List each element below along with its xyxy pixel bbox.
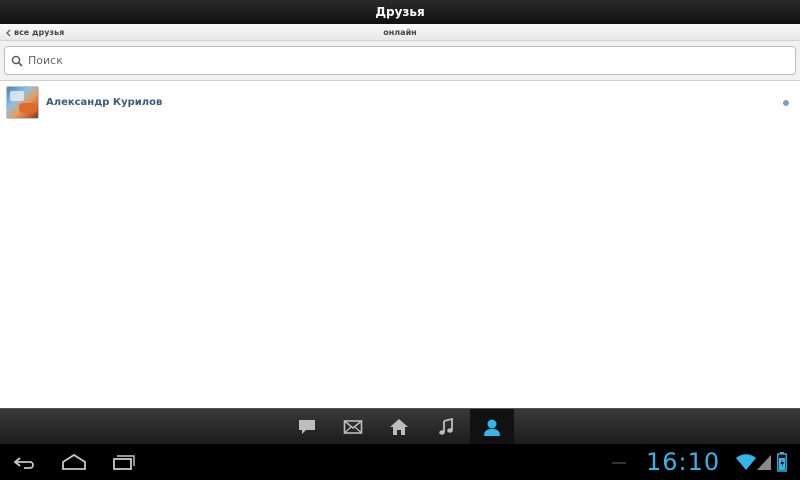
- wifi-icon: [736, 454, 756, 470]
- tab-music[interactable]: [424, 409, 468, 445]
- filter-bar: все друзья онлайн: [0, 24, 800, 41]
- notification-divider: [612, 462, 626, 464]
- battery-icon: [777, 452, 787, 472]
- mail-icon: [343, 420, 363, 434]
- tab-home[interactable]: [377, 409, 421, 445]
- page-title: Друзья: [375, 5, 425, 19]
- avatar: [6, 85, 39, 119]
- online-status-icon: [783, 100, 789, 106]
- recent-apps-icon[interactable]: [110, 450, 136, 474]
- tab-messages[interactable]: [331, 409, 375, 445]
- all-friends-label: все друзья: [14, 28, 65, 37]
- title-bar: Друзья: [0, 0, 800, 24]
- search-bar: [0, 41, 800, 81]
- friend-row[interactable]: Александр Курилов: [0, 82, 800, 122]
- chevron-left-icon: [6, 29, 11, 36]
- friends-icon: [484, 419, 500, 436]
- back-icon[interactable]: [12, 450, 38, 474]
- tab-chat[interactable]: [285, 409, 329, 445]
- search-box[interactable]: [4, 46, 796, 75]
- signal-icon: [757, 455, 771, 470]
- status-clock[interactable]: 16:10: [646, 446, 720, 478]
- all-friends-back-button[interactable]: все друзья: [5, 24, 64, 41]
- search-icon: [11, 55, 23, 67]
- tab-friends[interactable]: [470, 409, 514, 445]
- search-input[interactable]: [28, 54, 768, 67]
- friend-name: Александр Курилов: [46, 96, 163, 108]
- home-icon: [390, 419, 408, 435]
- home-button-icon[interactable]: [60, 450, 88, 474]
- tab-bar: [0, 408, 800, 445]
- chat-icon: [299, 420, 315, 434]
- friend-list: Александр Курилов: [0, 82, 800, 122]
- music-icon: [439, 418, 453, 435]
- online-filter-label: онлайн: [383, 28, 417, 37]
